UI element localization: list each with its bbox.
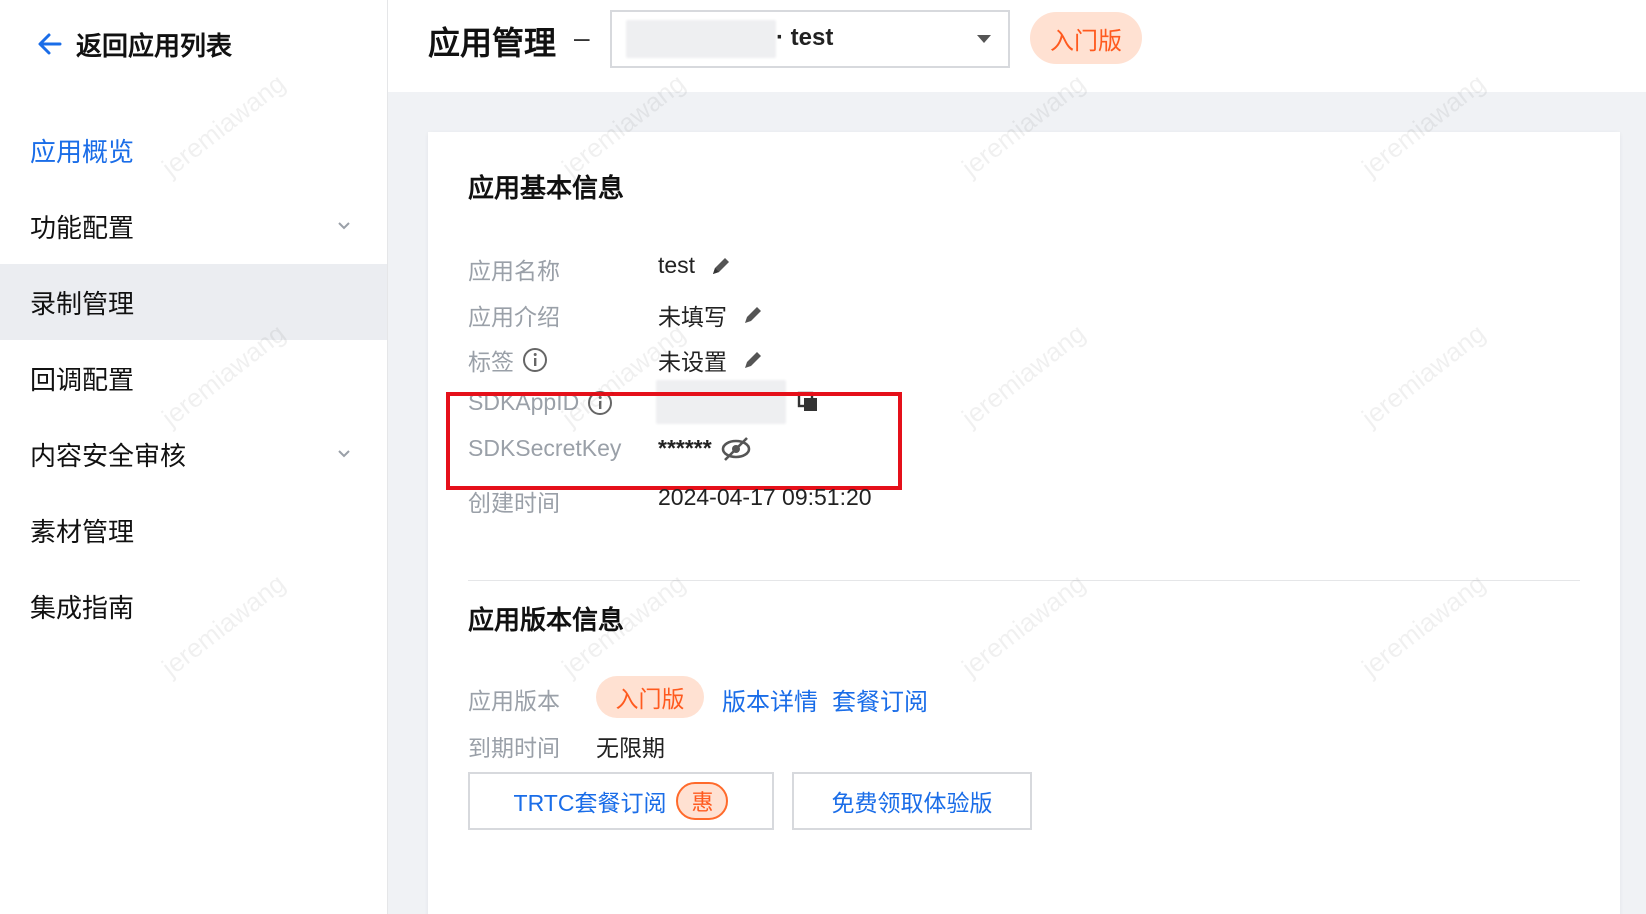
chevron-down-icon: [338, 450, 350, 458]
sidebar-item-label: 集成指南: [30, 592, 135, 623]
edit-name-icon[interactable]: [709, 254, 733, 278]
version-detail-link[interactable]: 版本详情: [722, 682, 818, 717]
tags-label: 标签: [468, 349, 514, 375]
trtc-subscribe-button[interactable]: TRTC套餐订阅 惠: [468, 772, 774, 830]
section-divider: [468, 580, 1580, 581]
app-name-value-row: test: [658, 252, 733, 279]
tags-label-row: 标签: [468, 343, 548, 377]
created-value: 2024-04-17 09:51:20: [658, 484, 872, 510]
app-name-value: test: [658, 252, 696, 278]
edit-intro-icon[interactable]: [741, 303, 765, 327]
title-separator: –: [574, 22, 590, 53]
app-intro-label: 应用介绍: [468, 304, 560, 330]
sidebar-item-label: 回调配置: [30, 364, 135, 395]
basic-info-title: 应用基本信息: [468, 173, 625, 203]
redacted-app-name: [626, 20, 776, 58]
sidebar-item-label: 内容安全审核: [30, 440, 187, 471]
app-select-value: · test: [776, 24, 834, 51]
highlight-box: [446, 392, 902, 490]
expire-value: 无限期: [596, 735, 665, 761]
app-intro-value: 未填写: [658, 304, 727, 330]
arrow-left-icon: [38, 33, 62, 55]
discount-badge: 惠: [676, 782, 729, 820]
sidebar-item-feature-config[interactable]: 功能配置: [0, 188, 387, 264]
tags-value-row: 未设置: [658, 343, 765, 377]
expire-label: 到期时间: [468, 735, 560, 761]
free-trial-label: 免费领取体验版: [831, 790, 993, 816]
edition-badge: 入门版: [1030, 12, 1142, 64]
edit-tags-icon[interactable]: [741, 348, 765, 372]
app-select[interactable]: · test: [610, 10, 1010, 68]
sidebar-item-label: 素材管理: [30, 516, 135, 547]
sidebar: 返回应用列表 应用概览 功能配置 录制管理 回调配置 内容安全审核 素材管理 集…: [0, 0, 388, 914]
sidebar-item-materials[interactable]: 素材管理: [0, 492, 387, 568]
subscribe-link[interactable]: 套餐订阅: [832, 682, 928, 717]
sidebar-item-app-overview[interactable]: 应用概览: [0, 112, 387, 188]
app-intro-value-row: 未填写: [658, 298, 765, 332]
tags-value: 未设置: [658, 349, 727, 375]
app-name-label: 应用名称: [468, 258, 560, 284]
page-header: 应用管理 – · test 入门版: [388, 0, 1646, 92]
sidebar-item-integration-guide[interactable]: 集成指南: [0, 568, 387, 644]
page-title: 应用管理: [428, 25, 557, 61]
sidebar-item-callback[interactable]: 回调配置: [0, 340, 387, 416]
app-info-card: 应用基本信息 应用名称 test 应用介绍 未填写 标签 未设置 SDKAppI…: [428, 132, 1620, 914]
info-icon[interactable]: [522, 347, 548, 373]
trtc-subscribe-label: TRTC套餐订阅: [513, 790, 667, 816]
sidebar-item-label: 功能配置: [30, 212, 135, 243]
sidebar-nav: 应用概览 功能配置 录制管理 回调配置 内容安全审核 素材管理 集成指南: [0, 112, 387, 644]
caret-down-icon: [977, 35, 991, 43]
sidebar-item-label: 应用概览: [30, 136, 135, 167]
sidebar-item-recording[interactable]: 录制管理: [0, 264, 387, 340]
free-trial-button[interactable]: 免费领取体验版: [792, 772, 1032, 830]
version-info-title: 应用版本信息: [468, 605, 625, 635]
version-label: 应用版本: [468, 688, 560, 714]
created-label: 创建时间: [468, 490, 560, 516]
version-badge: 入门版: [596, 676, 704, 718]
chevron-down-icon: [338, 222, 350, 230]
back-to-app-list-link[interactable]: 返回应用列表: [36, 24, 232, 64]
sidebar-item-content-moderation[interactable]: 内容安全审核: [0, 416, 387, 492]
sidebar-item-label: 录制管理: [30, 288, 135, 319]
back-label: 返回应用列表: [76, 30, 233, 61]
